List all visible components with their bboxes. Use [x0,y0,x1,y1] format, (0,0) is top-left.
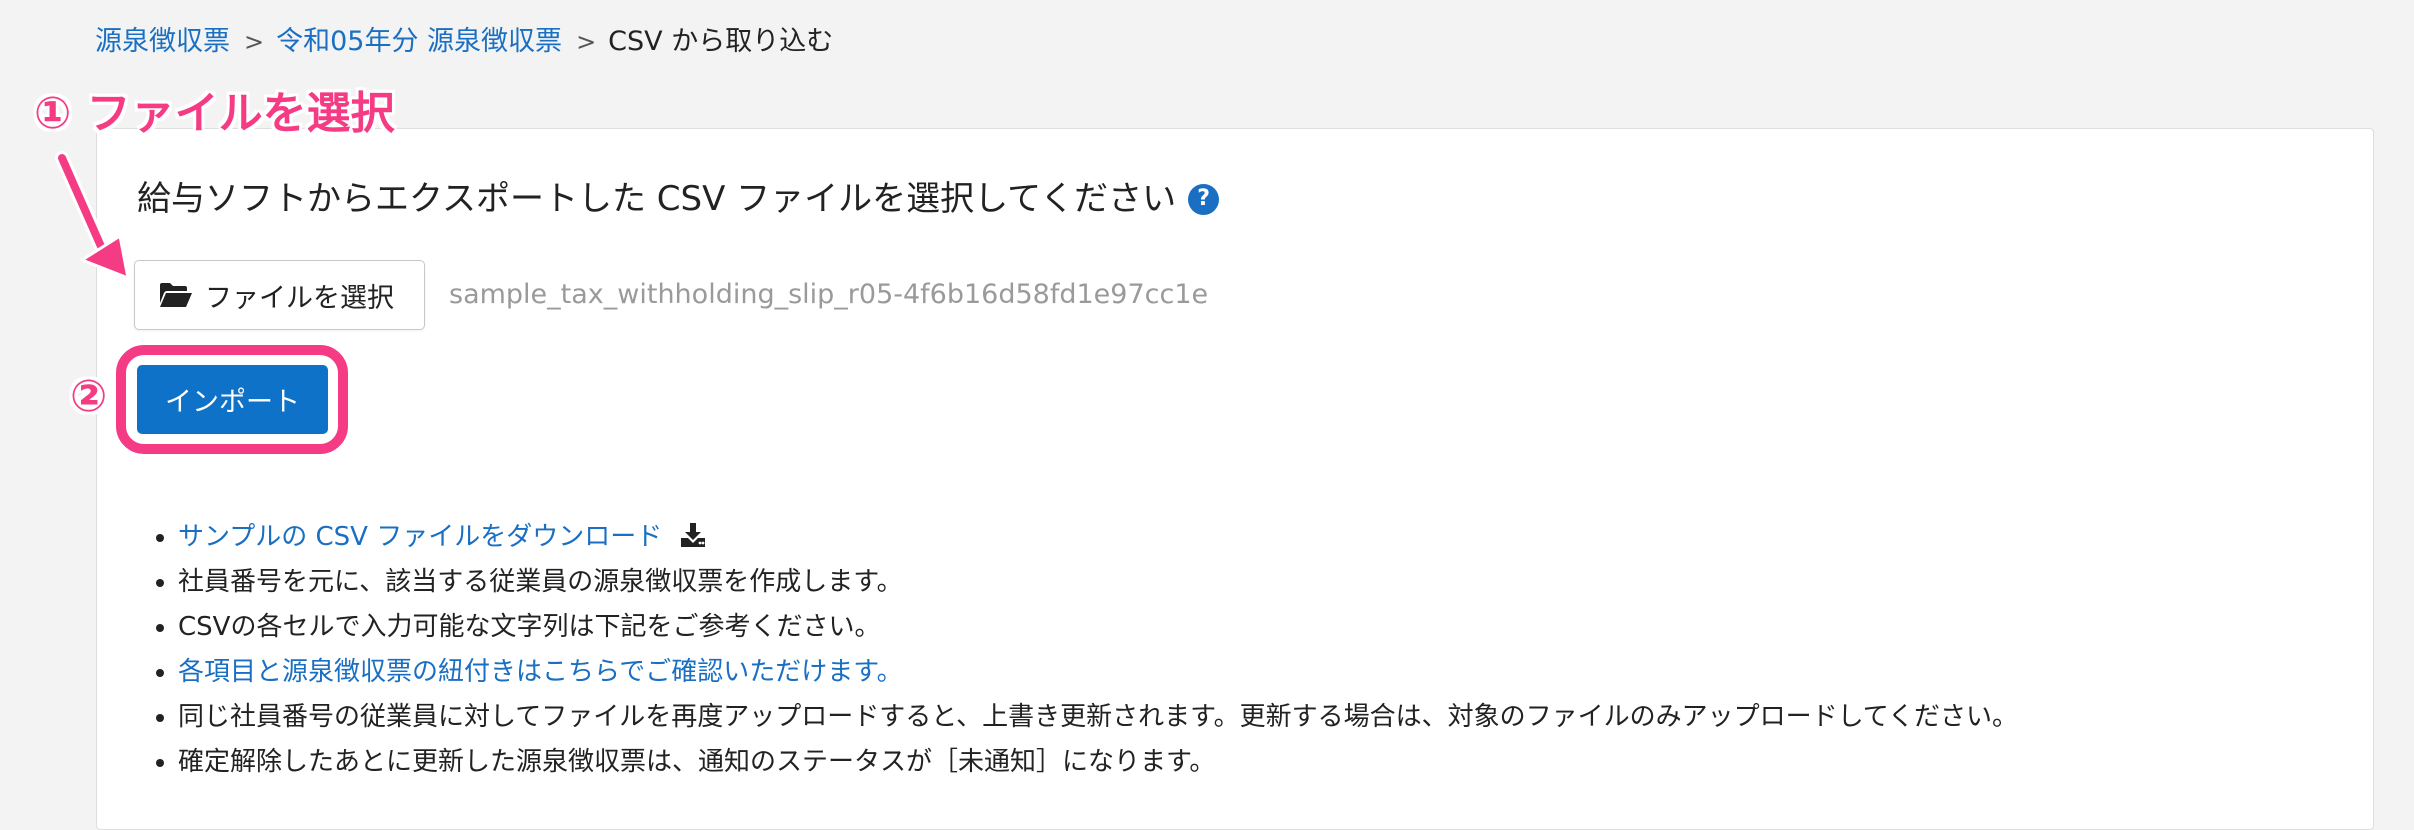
sample-csv-download-link[interactable]: サンプルの CSV ファイルをダウンロード [178,522,662,552]
breadcrumb-current: CSV から取り込む [608,26,834,57]
heading-text: 給与ソフトからエクスポートした CSV ファイルを選択してください [137,179,1177,219]
annotation-highlight-ring [116,345,348,454]
list-item: 同じ社員番号の従業員に対してファイルを再度アップロードすると、上書き更新されます… [178,695,2018,740]
choose-file-button[interactable]: ファイルを選択 [134,260,425,330]
field-mapping-link[interactable]: 各項目と源泉徴収票の紐付きはこちらでご確認いただけます。 [178,657,903,687]
breadcrumb: 源泉徴収票 > 令和05年分 源泉徴収票 > CSV から取り込む [95,22,833,62]
list-item: サンプルの CSV ファイルをダウンロード [178,515,2018,560]
page-heading: 給与ソフトからエクスポートした CSV ファイルを選択してください ? [137,174,1220,224]
choose-file-label: ファイルを選択 [205,282,394,314]
question-circle-icon[interactable]: ? [1188,183,1220,215]
annotation-arrow [55,151,130,280]
list-item: 各項目と源泉徴収票の紐付きはこちらでご確認いただけます。 [178,650,2018,695]
breadcrumb-separator: > [244,28,265,56]
selected-file-name: sample_tax_withholding_slip_r05-4f6b16d5… [449,279,1209,310]
annotation-step2-label: ② [70,371,108,422]
annotation-step1-label: ① ファイルを選択 [34,88,395,139]
list-item: 確定解除したあとに更新した源泉徴収票は、通知のステータスが［未通知］になります。 [178,740,2018,785]
list-item: 社員番号を元に、該当する従業員の源泉徴収票を作成します。 [178,560,2018,605]
breadcrumb-separator: > [576,28,597,56]
download-icon[interactable] [680,522,706,548]
folder-open-icon [160,283,192,307]
list-item: CSVの各セルで入力可能な文字列は下記をご参考ください。 [178,605,2018,650]
breadcrumb-link-withholding-slips[interactable]: 源泉徴収票 [95,22,230,62]
notes-list: サンプルの CSV ファイルをダウンロード 社員番号を元に、該当する従業員の源泉… [140,515,2018,785]
breadcrumb-link-r05-withholding-slips[interactable]: 令和05年分 源泉徴収票 [276,22,562,62]
